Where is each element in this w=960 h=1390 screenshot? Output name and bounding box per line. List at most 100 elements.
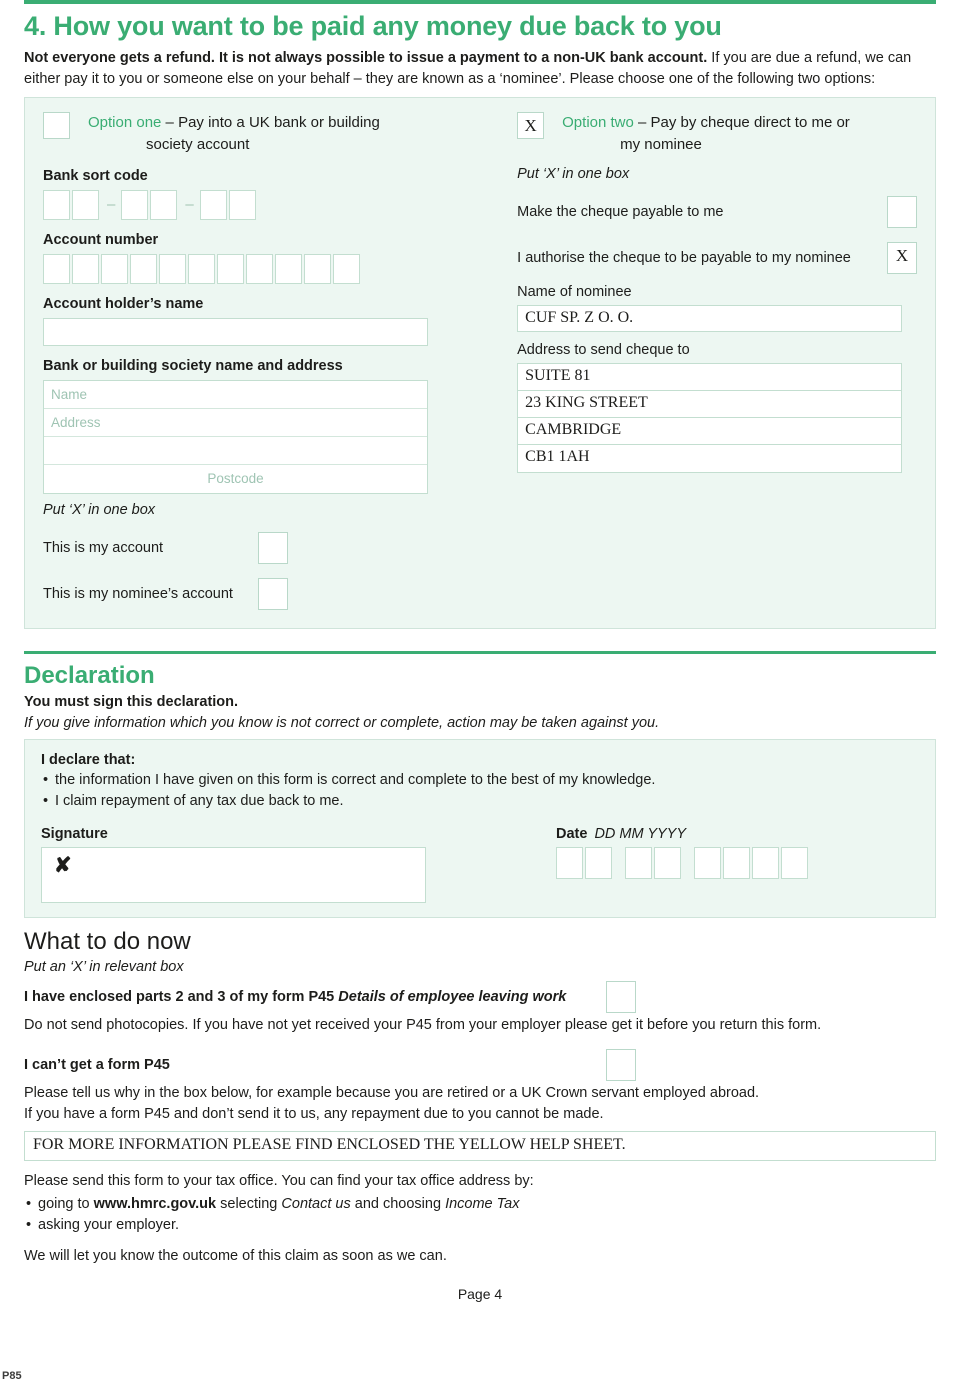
send-form-intro: Please send this form to your tax office… (24, 1173, 534, 1190)
payable-to-me-checkbox[interactable] (887, 195, 917, 228)
date-year-box-1[interactable] (694, 846, 721, 879)
sort-code-label: Bank sort code (43, 167, 148, 184)
bank-postcode-input[interactable]: Postcode (44, 465, 427, 493)
date-year-box-4[interactable] (781, 846, 808, 879)
option-two-put-x-note: Put ‘X’ in one box (517, 165, 630, 182)
sort-code-box-4[interactable] (150, 189, 178, 220)
account-number-box-9[interactable] (275, 253, 302, 284)
account-number-box-3[interactable] (101, 253, 128, 284)
cheque-address-label: Address to send cheque to (517, 341, 690, 358)
sort-code-input[interactable]: – – (43, 189, 499, 220)
p45-enclosed-checkbox[interactable] (606, 981, 636, 1014)
account-number-box-10[interactable] (304, 253, 331, 284)
date-year-box-3[interactable] (752, 846, 779, 879)
date-day-box-1[interactable] (556, 846, 583, 879)
bank-address-input[interactable]: Address (44, 409, 427, 437)
p45-enclosed-bold: I have enclosed parts 2 and 3 of my form… (24, 989, 339, 1006)
p45-enclosed-checkbox-holder (606, 981, 936, 1014)
bullet1-part-a: going to (38, 1196, 94, 1213)
sort-code-box-6[interactable] (228, 189, 256, 220)
payment-options-panel: Option one – Pay into a UK bank or build… (24, 97, 936, 629)
my-account-checkbox[interactable] (258, 531, 288, 564)
nominee-name-label: Name of nominee (517, 283, 632, 300)
payable-to-me-label: Make the cheque payable to me (517, 203, 724, 220)
account-number-box-2[interactable] (72, 253, 99, 284)
signature-input[interactable]: ✘ (41, 846, 426, 903)
date-column: Date DD MM YYYY (471, 826, 810, 903)
form-code: P85 (2, 1370, 22, 1382)
payable-to-nominee-checkbox[interactable]: X (887, 241, 917, 274)
bank-address-group: Name Address Postcode (43, 379, 428, 494)
date-month-box-2[interactable] (654, 846, 681, 879)
account-number-box-5[interactable] (159, 253, 186, 284)
cant-get-p45-checkbox[interactable] (606, 1049, 636, 1082)
date-year-box-2[interactable] (723, 846, 750, 879)
date-day-box-2[interactable] (585, 846, 612, 879)
cheque-address-line-2[interactable]: 23 KING STREET (518, 391, 902, 418)
option-two-checkbox[interactable]: X (517, 112, 545, 140)
option-one-put-x-note: Put ‘X’ in one box (43, 501, 156, 518)
cant-get-p45-line1: Please tell us why in the box below, for… (24, 1085, 760, 1102)
bullet1-part-b: selecting (216, 1196, 282, 1213)
option-one-column: Option one – Pay into a UK bank or build… (43, 112, 499, 610)
date-label: Date DD MM YYYY (556, 826, 810, 842)
cheque-address-line-1[interactable]: SUITE 81 (518, 364, 902, 391)
account-number-box-11[interactable] (333, 253, 360, 284)
contact-us-text: Contact us (281, 1196, 351, 1213)
option-two-column: X Option two – Pay by cheque direct to m… (499, 112, 917, 610)
send-form-bullet-1: going to www.hmrc.gov.uk selecting Conta… (24, 1194, 936, 1215)
my-account-label: This is my account (43, 539, 164, 556)
sort-code-box-5[interactable] (199, 189, 227, 220)
form-page: 4. How you want to be paid any money due… (0, 0, 960, 1390)
account-number-box-6[interactable] (188, 253, 215, 284)
account-number-box-8[interactable] (246, 253, 273, 284)
reason-input[interactable]: FOR MORE INFORMATION PLEASE FIND ENCLOSE… (24, 1131, 936, 1162)
option-two-desc2: my nominee (620, 135, 702, 153)
bank-name-input[interactable]: Name (44, 381, 427, 409)
option-one-desc2: society account (146, 135, 250, 153)
sort-code-box-3[interactable] (121, 189, 149, 220)
sort-code-box-2[interactable] (72, 189, 99, 220)
cheque-address-line-3[interactable]: CAMBRIDGE (518, 418, 902, 445)
signature-label: Signature (41, 825, 108, 842)
signature-date-row: Signature ✘ Date DD MM YYYY (41, 826, 919, 903)
cheque-address-line-4[interactable]: CB1 1AH (518, 445, 901, 472)
hmrc-url[interactable]: www.hmrc.gov.uk (94, 1196, 216, 1212)
my-account-row: This is my account (43, 531, 499, 564)
account-number-label: Account number (43, 231, 159, 248)
outcome-note: We will let you know the outcome of this… (24, 1248, 447, 1265)
nominee-name-input[interactable]: CUF SP. Z O. O. (517, 304, 903, 332)
declaration-heading: Declaration (24, 661, 155, 689)
date-input[interactable] (556, 846, 810, 879)
option-one-name: Option one (88, 114, 162, 132)
cant-get-p45-heading: I can’t get a form P45 (24, 1057, 170, 1074)
date-label-text: Date (556, 825, 588, 842)
account-number-box-4[interactable] (130, 253, 157, 284)
bank-address-label: Bank or building society name and addres… (43, 357, 343, 374)
declare-lead: I declare that: (41, 751, 136, 768)
p45-enclosed-row: I have enclosed parts 2 and 3 of my form… (24, 981, 936, 1014)
option-one-checkbox[interactable] (43, 112, 70, 140)
option-one-header: Option one – Pay into a UK bank or build… (43, 112, 499, 156)
option-two-name: Option two (562, 114, 634, 132)
bullet1-part-d: and choosing (350, 1196, 446, 1213)
payable-to-nominee-row: I authorise the cheque to be payable to … (517, 241, 917, 274)
cant-get-p45-checkbox-holder (606, 1049, 936, 1082)
account-number-box-7[interactable] (217, 253, 244, 284)
bank-address-line2-input[interactable] (44, 437, 427, 465)
account-holder-input[interactable] (43, 317, 428, 346)
option-two-header: X Option two – Pay by cheque direct to m… (517, 112, 917, 156)
sort-code-box-1[interactable] (43, 189, 70, 220)
cheque-address-group: SUITE 81 23 KING STREET CAMBRIDGE CB1 1A… (517, 362, 903, 473)
option-one-desc1: – Pay into a UK bank or building (161, 114, 380, 132)
date-month-box-1[interactable] (625, 846, 652, 879)
p45-note: Do not send photocopies. If you have not… (24, 1017, 822, 1034)
date-format-hint: DD MM YYYY (594, 825, 687, 842)
p45-enclosed-label: I have enclosed parts 2 and 3 of my form… (24, 989, 566, 1005)
p45-enclosed-italic: Details of employee leaving work (338, 989, 567, 1006)
nominee-account-checkbox[interactable] (258, 577, 288, 610)
account-number-box-1[interactable] (43, 253, 70, 284)
account-number-input[interactable] (43, 253, 499, 284)
send-form-bullet-2: asking your employer. (24, 1215, 936, 1236)
option-one-text: Option one – Pay into a UK bank or build… (88, 112, 380, 156)
